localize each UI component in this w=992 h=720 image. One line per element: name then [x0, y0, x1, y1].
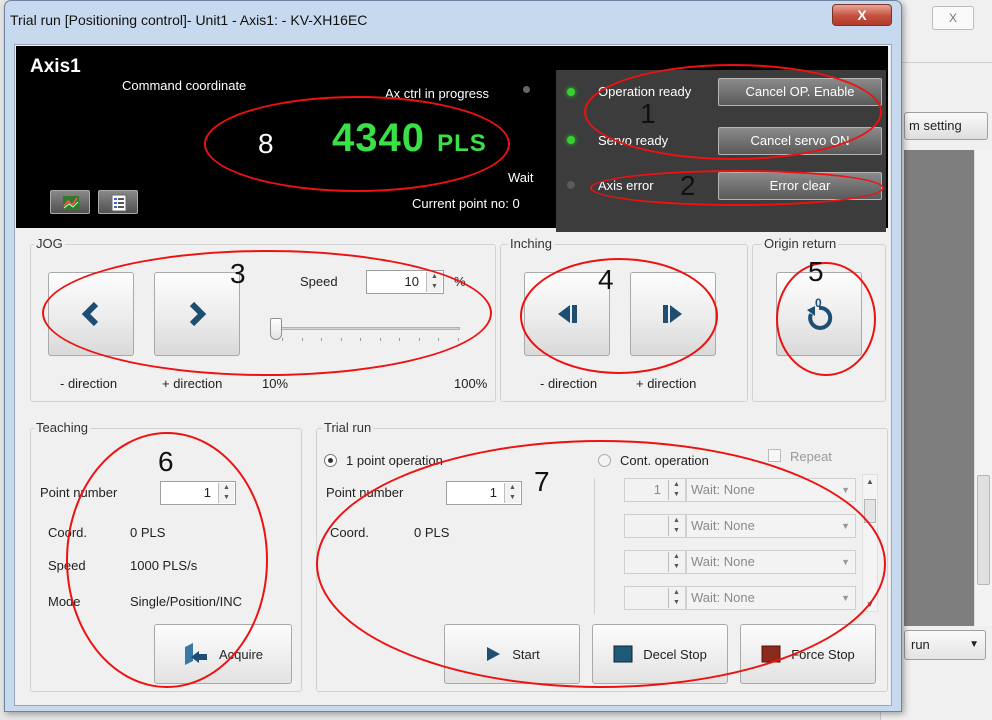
- wait-status: Wait: [508, 170, 534, 185]
- axis-name: Axis1: [30, 56, 81, 77]
- inching-title: Inching: [508, 236, 554, 251]
- chart-view-button[interactable]: [50, 190, 90, 214]
- list-icon: [111, 194, 127, 212]
- repeat-checkbox[interactable]: [768, 449, 781, 462]
- background-scroll-thumb[interactable]: [977, 475, 990, 585]
- current-point-label: Current point no: 0: [412, 196, 520, 211]
- annotation-number-8: 8: [258, 128, 274, 159]
- background-combo-value: run: [911, 637, 930, 652]
- command-coordinate-label: Command coordinate: [122, 78, 247, 93]
- annotation-number-2: 2: [680, 170, 696, 201]
- jog-slider-max-label: 100%: [454, 376, 488, 391]
- annotation-number-7: 7: [534, 466, 550, 497]
- operation-ready-led: [567, 88, 575, 96]
- annotation-number-3: 3: [230, 258, 246, 289]
- background-list-area: [904, 150, 974, 626]
- annotation-number-4: 4: [598, 264, 614, 295]
- inching-plus-label: + direction: [636, 376, 697, 391]
- origin-return-title: Origin return: [762, 236, 839, 251]
- annotation-number-6: 6: [158, 446, 174, 477]
- close-button[interactable]: X: [832, 4, 892, 26]
- list-view-button[interactable]: [98, 190, 138, 214]
- ax-ctrl-indicator: [523, 86, 530, 93]
- jog-title: JOG: [34, 236, 65, 251]
- background-setting-button[interactable]: m setting: [904, 112, 988, 140]
- chevron-down-icon: ▼: [969, 639, 979, 650]
- background-combo[interactable]: run ▼: [904, 630, 986, 660]
- repeat-label: Repeat: [790, 449, 832, 464]
- axis-error-led: [567, 181, 575, 189]
- annotation-ellipse-4: [520, 258, 718, 374]
- annotation-ellipse-1: [584, 64, 882, 160]
- teaching-title: Teaching: [34, 420, 91, 435]
- window-title: Trial run [Positioning control]- Unit1 -…: [10, 12, 368, 28]
- annotation-ellipse-3: [42, 250, 492, 376]
- trial-run-title: Trial run: [322, 420, 374, 435]
- servo-ready-led: [567, 136, 575, 144]
- annotation-number-5: 5: [808, 256, 824, 287]
- jog-minus-label: - direction: [60, 376, 118, 391]
- background-close-button[interactable]: X: [932, 6, 974, 30]
- inching-minus-label: - direction: [540, 376, 598, 391]
- chart-icon: [63, 196, 79, 210]
- annotation-ellipse-2: [590, 170, 884, 206]
- jog-slider-min-label: 10%: [262, 376, 289, 391]
- one-point-radio[interactable]: [324, 454, 337, 467]
- scroll-up-icon[interactable]: ▲: [866, 477, 874, 486]
- jog-plus-label: + direction: [162, 376, 223, 391]
- radio-selected-dot: [328, 458, 333, 463]
- annotation-ellipse-8: [204, 96, 510, 192]
- annotation-number-1: 1: [640, 98, 656, 129]
- annotation-ellipse-7: [316, 440, 886, 688]
- annotation-ellipse-5: [776, 262, 876, 376]
